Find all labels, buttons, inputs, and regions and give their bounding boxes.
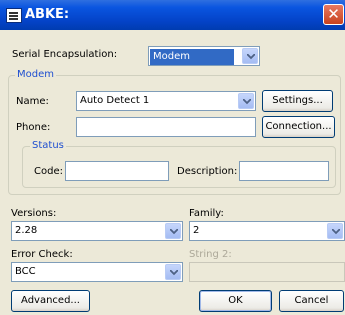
- serial-encapsulation-value: Modem: [150, 49, 234, 65]
- versions-value: 2.28: [15, 225, 38, 236]
- error-check-value: BCC: [15, 266, 36, 277]
- code-input[interactable]: [65, 161, 169, 181]
- chevron-down-icon[interactable]: [327, 223, 343, 239]
- string2-input: [189, 262, 345, 282]
- modem-name-select[interactable]: Auto Detect 1: [76, 91, 256, 111]
- modem-group-label: Modem: [15, 69, 56, 80]
- connection-button[interactable]: Connection...: [262, 116, 335, 138]
- family-select[interactable]: 2: [189, 221, 345, 241]
- app-window-icon: [6, 8, 22, 23]
- modem-name-label: Name:: [16, 96, 49, 107]
- modem-name-value: Auto Detect 1: [80, 95, 150, 106]
- error-check-select[interactable]: BCC: [11, 262, 183, 282]
- versions-label: Versions:: [11, 208, 57, 219]
- family-value: 2: [193, 225, 200, 236]
- cancel-button[interactable]: Cancel: [279, 290, 344, 312]
- versions-select[interactable]: 2.28: [11, 221, 183, 241]
- serial-encapsulation-label: Serial Encapsulation:: [12, 49, 118, 60]
- code-label: Code:: [34, 166, 63, 177]
- close-icon: ✕: [327, 5, 340, 23]
- phone-label: Phone:: [16, 122, 51, 133]
- description-input[interactable]: [239, 161, 329, 181]
- advanced-button[interactable]: Advanced...: [11, 290, 90, 312]
- settings-button[interactable]: Settings...: [262, 90, 333, 112]
- string2-label: String 2:: [189, 249, 232, 260]
- phone-input[interactable]: [76, 117, 256, 137]
- error-check-label: Error Check:: [11, 249, 73, 260]
- dialog-window: ABKE: ✕ Serial Encapsulation: Modem Mode…: [0, 0, 345, 315]
- description-label: Description:: [177, 166, 238, 177]
- chevron-down-icon[interactable]: [238, 93, 254, 109]
- ok-button[interactable]: OK: [199, 290, 272, 312]
- title-bar[interactable]: ABKE: ✕: [0, 0, 345, 30]
- family-label: Family:: [189, 208, 224, 219]
- serial-encapsulation-select[interactable]: Modem: [148, 46, 260, 66]
- close-button[interactable]: ✕: [323, 4, 344, 25]
- chevron-down-icon[interactable]: [242, 48, 258, 64]
- status-group-label: Status: [30, 140, 66, 151]
- chevron-down-icon[interactable]: [165, 264, 181, 280]
- chevron-down-icon[interactable]: [165, 223, 181, 239]
- window-title: ABKE:: [25, 7, 70, 22]
